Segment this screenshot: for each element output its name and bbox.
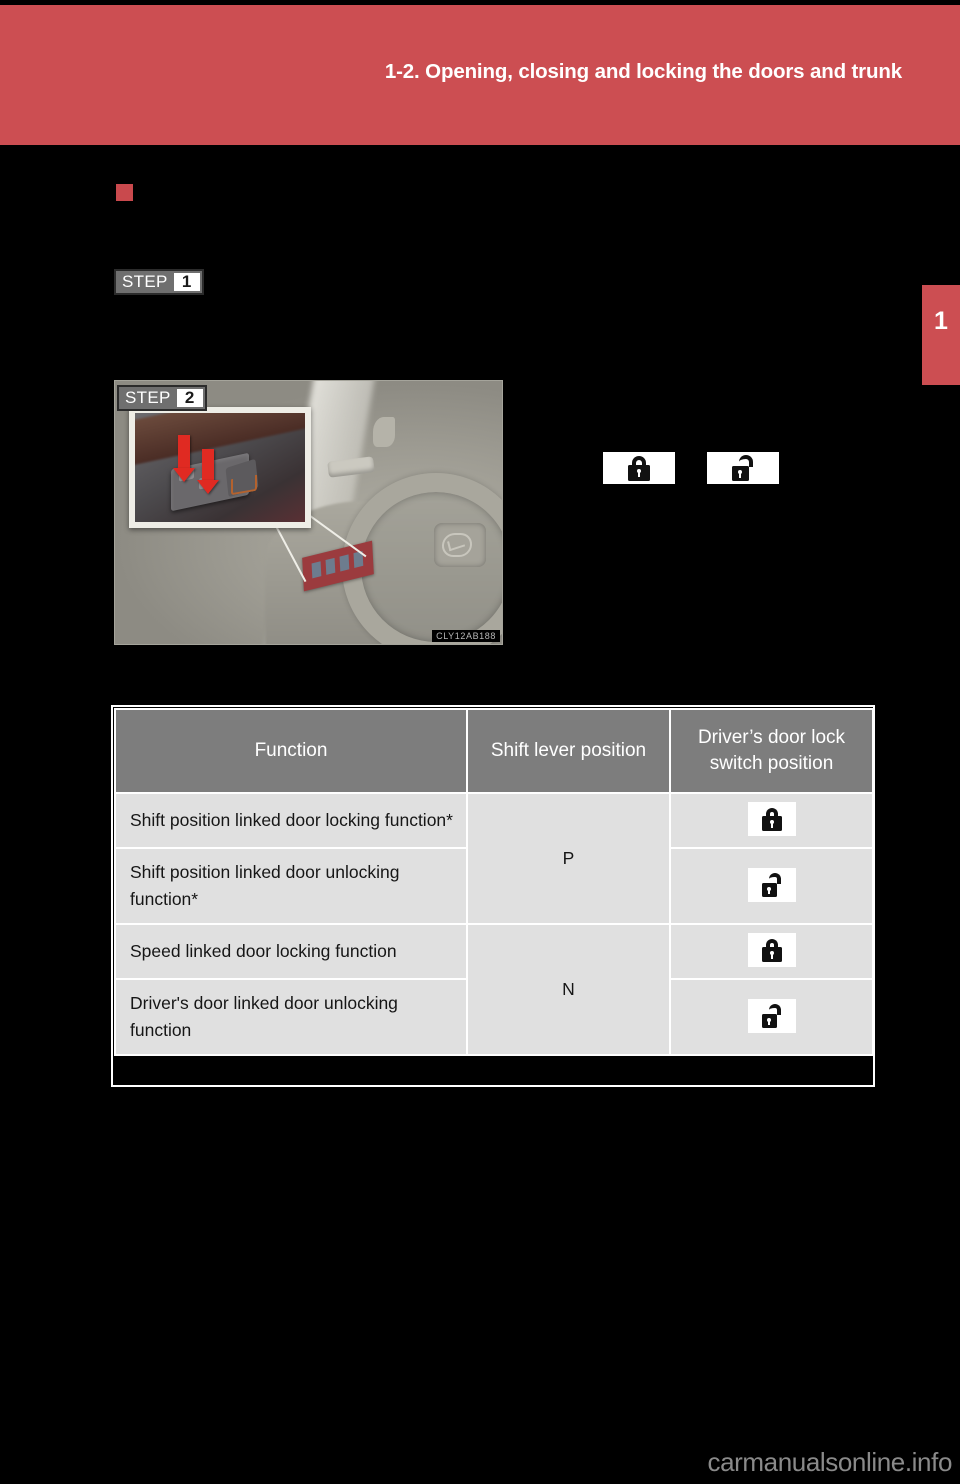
- illustration-door-lock-switch: CLY12AB188: [114, 380, 503, 645]
- step-1-label: STEP: [122, 272, 168, 291]
- table-header-function: Function: [114, 708, 468, 794]
- cell-function: Shift position linked door locking funct…: [114, 792, 468, 849]
- table-row: Speed linked door locking function N: [114, 923, 874, 1056]
- cell-switch-position: [669, 923, 874, 980]
- table-row: Shift position linked door locking funct…: [114, 792, 874, 925]
- cell-shift-position: P: [466, 792, 671, 925]
- step-1-badge: STEP 1: [114, 269, 204, 295]
- unlock-icon: [747, 998, 796, 1033]
- table-header-shift: Shift lever position: [466, 708, 671, 794]
- page-header-band: 1-2. Opening, closing and locking the do…: [0, 5, 960, 145]
- lock-icon: [626, 455, 652, 481]
- page-title: 1-2. Opening, closing and locking the do…: [384, 60, 902, 83]
- chapter-tab: 1: [922, 285, 960, 385]
- cell-switch-position: [669, 792, 874, 849]
- illustration-code: CLY12AB188: [432, 630, 500, 642]
- step-2-label: STEP: [125, 388, 171, 407]
- inline-lock-icon-chip: [603, 452, 675, 484]
- watermark: carmanualsonline.info: [707, 1447, 952, 1477]
- cell-switch-position: [669, 978, 874, 1056]
- switch-closeup-inset: [129, 407, 311, 528]
- mirror-control-shape: [373, 417, 395, 447]
- cell-shift-position: N: [466, 923, 671, 1056]
- step-2-badge: STEP 2: [117, 385, 207, 411]
- unlock-icon: [747, 867, 796, 902]
- door-lock-function-table: Function Shift lever position Driver’s d…: [114, 708, 874, 1056]
- lock-icon: [747, 933, 796, 967]
- inline-unlock-icon-chip: [707, 452, 779, 484]
- cell-function: Shift position linked door unlocking fun…: [114, 847, 468, 925]
- unlock-icon: [730, 455, 756, 481]
- table-header-switch: Driver’s door lock switch position: [669, 708, 874, 794]
- cell-function: Driver's door linked door unlocking func…: [114, 978, 468, 1056]
- chapter-tab-number: 1: [934, 307, 948, 335]
- table-header-row: Function Shift lever position Driver’s d…: [114, 708, 874, 794]
- step-2-number: 2: [176, 388, 203, 407]
- cell-switch-position: [669, 847, 874, 925]
- lock-icon: [747, 802, 796, 836]
- cell-function: Speed linked door locking function: [114, 923, 468, 980]
- red-square-bullet-icon: [116, 184, 133, 201]
- step-1-number: 1: [173, 272, 200, 291]
